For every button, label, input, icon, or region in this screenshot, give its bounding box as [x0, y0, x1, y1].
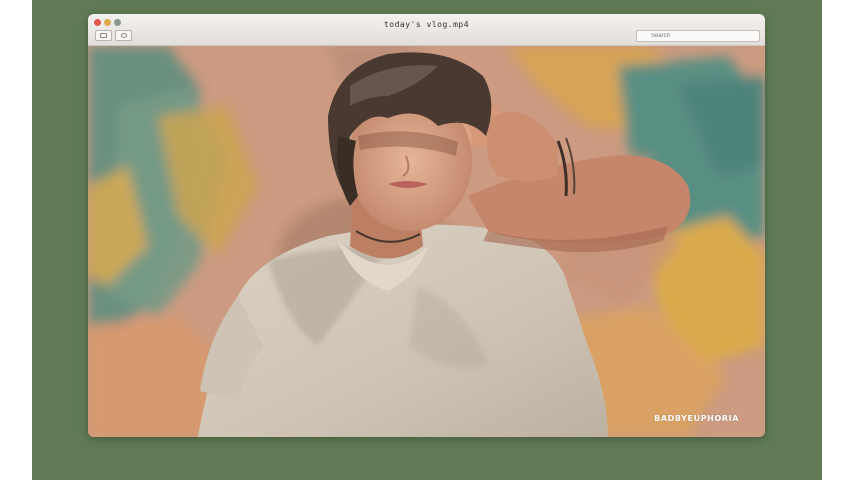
screen-icon	[100, 33, 107, 38]
search-input[interactable]	[636, 30, 760, 42]
media-player-window: today's vlog.mp4 Search BADBYEUPHORIA	[88, 14, 765, 437]
video-watermark: BADBYEUPHORIA	[654, 414, 739, 423]
video-frame[interactable]: BADBYEUPHORIA	[88, 46, 765, 437]
title-bar[interactable]: today's vlog.mp4	[88, 14, 765, 46]
video-still-image	[88, 46, 765, 437]
eye-icon	[121, 33, 127, 38]
eye-button[interactable]	[115, 30, 132, 41]
window-title: today's vlog.mp4	[383, 20, 470, 29]
screen-button[interactable]	[95, 30, 112, 41]
